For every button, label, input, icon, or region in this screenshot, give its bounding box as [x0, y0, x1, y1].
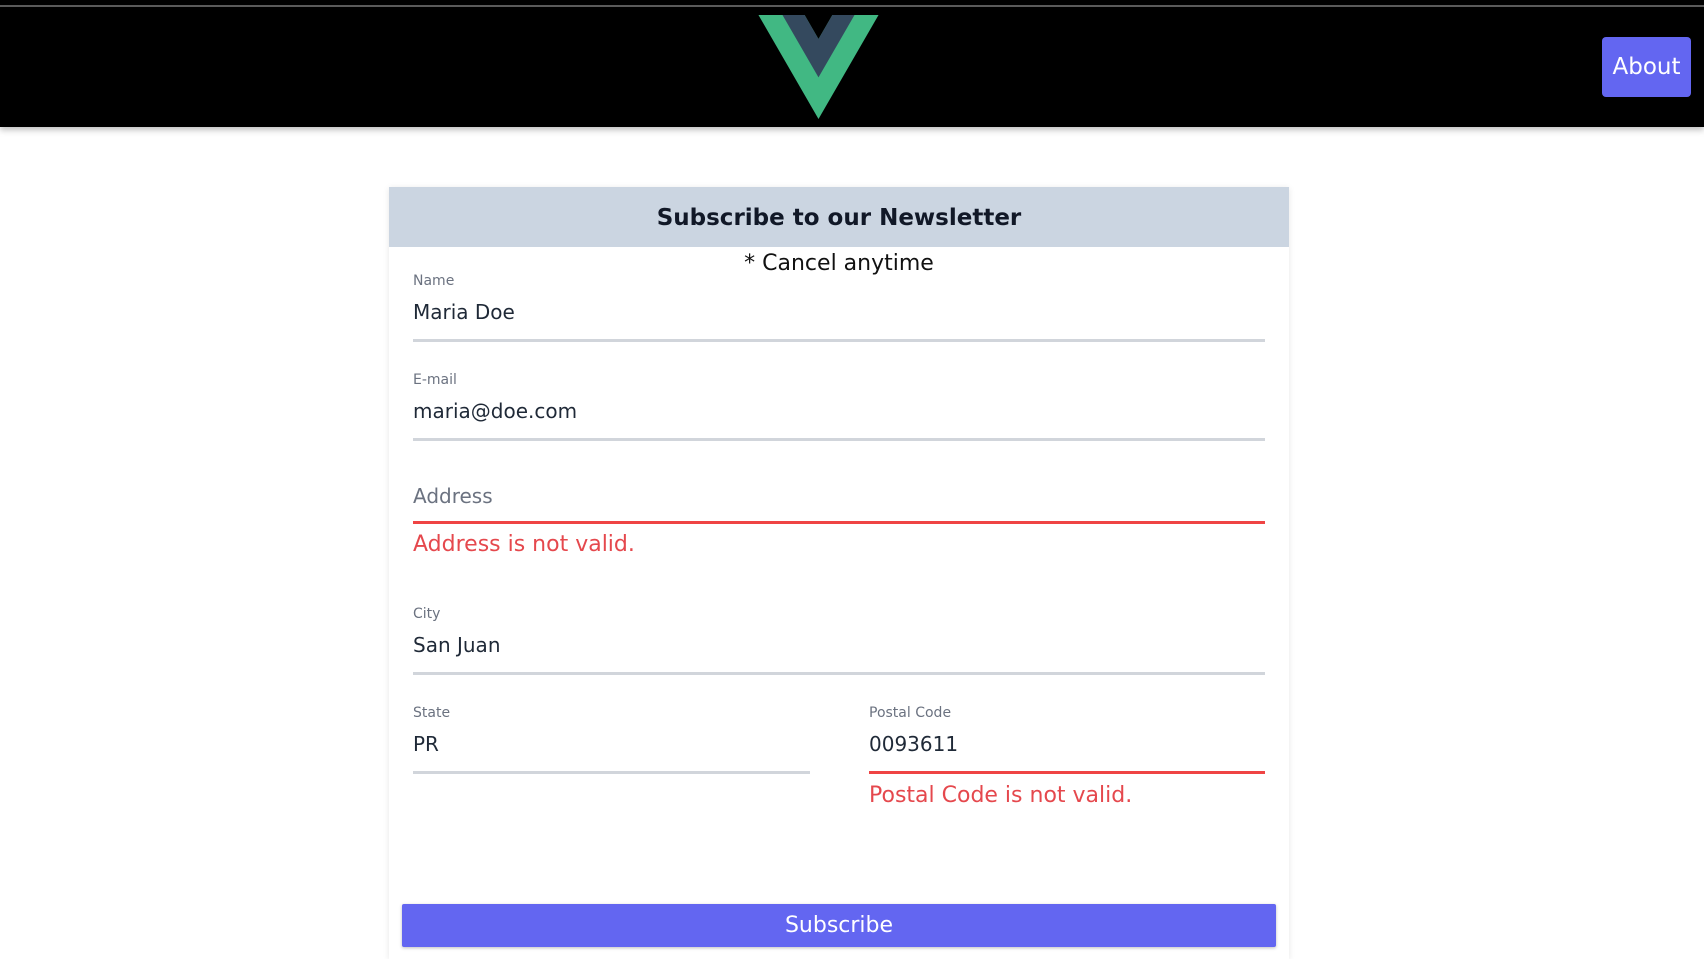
vue-logo-icon: [758, 15, 879, 119]
name-input[interactable]: Maria Doe: [413, 300, 515, 324]
postal-code-error-message: Postal Code is not valid.: [869, 783, 1133, 808]
postal-code-underline: [869, 771, 1265, 774]
city-label: City: [413, 606, 441, 622]
name-label: Name: [413, 273, 455, 289]
postal-code-input[interactable]: 0093611: [869, 732, 958, 756]
name-field[interactable]: Name Maria Doe: [413, 273, 1265, 345]
state-underline: [413, 771, 810, 774]
state-field[interactable]: State PR: [413, 705, 810, 777]
top-navbar: About: [0, 0, 1704, 127]
navbar-top-border: [0, 5, 1704, 7]
about-button[interactable]: About: [1602, 37, 1691, 97]
postal-code-field[interactable]: Postal Code 0093611 Postal Code is not v…: [869, 705, 1265, 825]
email-label: E-mail: [413, 372, 457, 388]
address-error-message: Address is not valid.: [413, 532, 635, 557]
city-field[interactable]: City San Juan: [413, 606, 1265, 678]
address-underline: [413, 521, 1265, 524]
city-input[interactable]: San Juan: [413, 633, 501, 657]
email-input[interactable]: maria@doe.com: [413, 399, 577, 423]
address-input[interactable]: Address: [413, 484, 493, 508]
email-underline: [413, 438, 1265, 441]
email-field[interactable]: E-mail maria@doe.com: [413, 372, 1265, 444]
name-underline: [413, 339, 1265, 342]
newsletter-form-card: Subscribe to our Newsletter * Cancel any…: [389, 187, 1289, 959]
postal-code-label: Postal Code: [869, 705, 952, 721]
state-label: State: [413, 705, 451, 721]
subscribe-button[interactable]: Subscribe: [402, 904, 1276, 947]
address-field[interactable]: Address Address is not valid.: [413, 457, 1265, 577]
state-input[interactable]: PR: [413, 732, 439, 756]
city-underline: [413, 672, 1265, 675]
form-title: Subscribe to our Newsletter: [389, 187, 1289, 247]
